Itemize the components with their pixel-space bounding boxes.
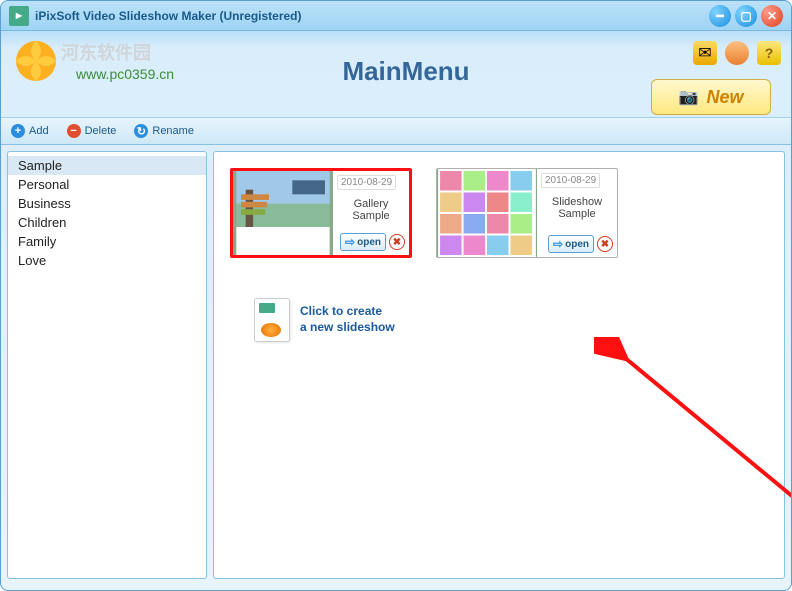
watermark-url: www.pc0359.cn (76, 66, 174, 82)
sidebar-item-sample[interactable]: Sample (8, 156, 206, 175)
sidebar: Sample Personal Business Children Family… (7, 151, 207, 579)
annotation-arrow (594, 337, 792, 591)
plus-icon: + (11, 124, 25, 138)
header-icons: ✉ ? (693, 41, 781, 65)
card-actions: ⇨ open ✖ (337, 233, 405, 251)
user-icon[interactable] (725, 41, 749, 65)
minus-icon: − (67, 124, 81, 138)
refresh-icon: ↻ (134, 124, 148, 138)
minimize-button[interactable]: ━ (709, 5, 731, 27)
delete-card-button[interactable]: ✖ (597, 236, 613, 252)
card-actions: ⇨ open ✖ (541, 235, 613, 253)
delete-label: Delete (85, 125, 117, 137)
window-title: iPixSoft Video Slideshow Maker (Unregist… (35, 9, 709, 23)
main-panel: 2010-08-29 Gallery Sample ⇨ open ✖ (213, 151, 785, 579)
sidebar-item-personal[interactable]: Personal (8, 175, 206, 194)
card-list: 2010-08-29 Gallery Sample ⇨ open ✖ (230, 168, 768, 258)
card-meta: 2010-08-29 Slideshow Sample ⇨ open ✖ (537, 169, 617, 257)
open-button[interactable]: ⇨ open (340, 233, 386, 251)
help-icon[interactable]: ? (757, 41, 781, 65)
add-button[interactable]: + Add (11, 124, 49, 138)
new-button[interactable]: 📷 New (651, 79, 771, 115)
delete-button[interactable]: − Delete (67, 124, 117, 138)
titlebar: ▶ iPixSoft Video Slideshow Maker (Unregi… (1, 1, 791, 31)
rename-button[interactable]: ↻ Rename (134, 124, 194, 138)
window-controls: ━ ▢ ✕ (709, 5, 783, 27)
new-button-label: New (706, 87, 743, 108)
thumbnail (233, 171, 333, 255)
arrow-right-icon: ⇨ (345, 235, 355, 249)
delete-card-button[interactable]: ✖ (389, 234, 405, 250)
create-line2: a new slideshow (300, 320, 395, 336)
open-label: open (357, 237, 381, 248)
create-line1: Click to create (300, 304, 395, 320)
camera-icon: 📷 (679, 87, 699, 107)
card-title: Slideshow Sample (541, 196, 613, 235)
add-label: Add (29, 125, 49, 137)
sidebar-item-love[interactable]: Love (8, 251, 206, 270)
card-meta: 2010-08-29 Gallery Sample ⇨ open ✖ (333, 171, 409, 255)
message-icon[interactable]: ✉ (693, 41, 717, 65)
card-date: 2010-08-29 (541, 173, 600, 188)
maximize-button[interactable]: ▢ (735, 5, 757, 27)
card-title: Gallery Sample (337, 198, 405, 233)
card-date: 2010-08-29 (337, 175, 396, 190)
arrow-right-icon: ⇨ (553, 237, 563, 251)
logo-icon (11, 36, 61, 86)
sidebar-item-children[interactable]: Children (8, 213, 206, 232)
watermark-text: 河东软件园 (61, 39, 151, 65)
app-icon: ▶ (9, 6, 29, 26)
create-prompt-text: Click to create a new slideshow (300, 304, 395, 335)
content-area: Sample Personal Business Children Family… (1, 145, 791, 585)
rename-label: Rename (152, 125, 194, 137)
slideshow-card[interactable]: 2010-08-29 Gallery Sample ⇨ open ✖ (230, 168, 412, 258)
sidebar-item-business[interactable]: Business (8, 194, 206, 213)
thumbnail (437, 169, 537, 257)
close-button[interactable]: ✕ (761, 5, 783, 27)
app-window: ▶ iPixSoft Video Slideshow Maker (Unregi… (0, 0, 792, 591)
open-label: open (565, 239, 589, 250)
slideshow-card[interactable]: 2010-08-29 Slideshow Sample ⇨ open ✖ (436, 168, 618, 258)
open-button[interactable]: ⇨ open (548, 235, 594, 253)
sidebar-item-family[interactable]: Family (8, 232, 206, 251)
toolbar: + Add − Delete ↻ Rename (1, 117, 791, 145)
create-slideshow-button[interactable]: Click to create a new slideshow (254, 298, 768, 342)
document-video-icon (254, 298, 290, 342)
